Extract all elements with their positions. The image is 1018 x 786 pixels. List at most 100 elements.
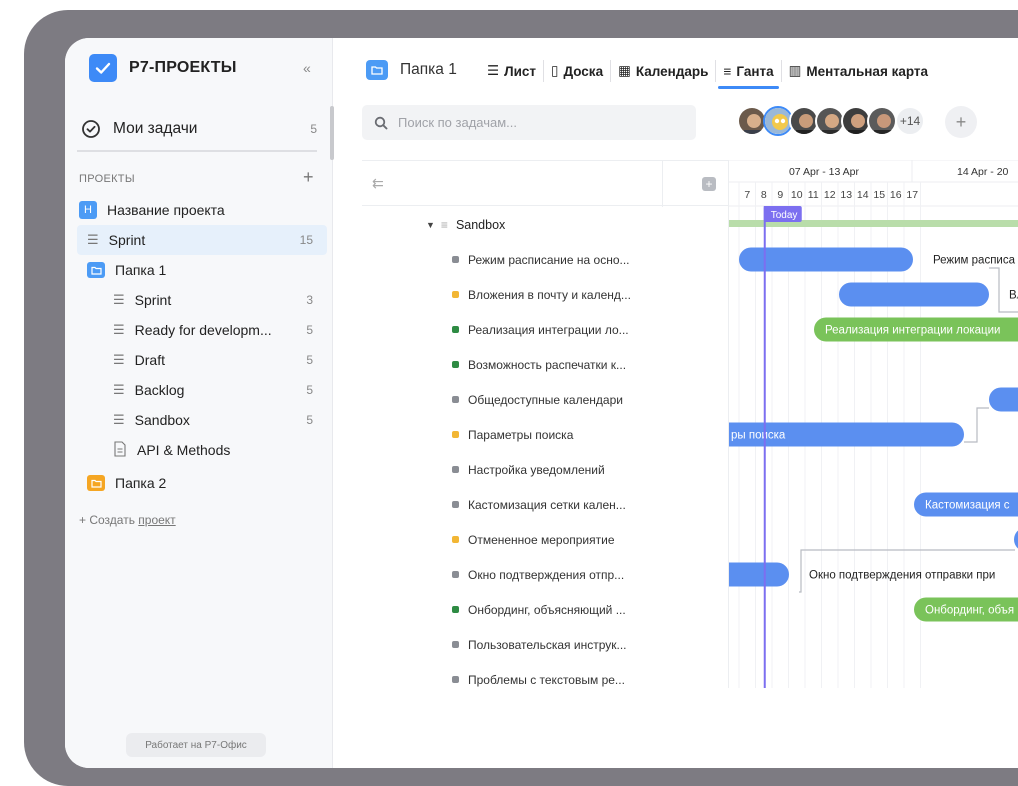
sidebar-item[interactable]: API & Methods (77, 435, 327, 465)
task-row[interactable]: Пользовательская инструк... (362, 627, 728, 662)
group-row-sandbox[interactable]: ▼ ≡ Sandbox (426, 210, 505, 240)
check-circle-icon (82, 120, 100, 138)
search-box[interactable] (362, 105, 696, 140)
timeline-svg: 07 Apr - 13 Apr 14 Apr - 20 7 8 9 10 11 12 13 14 1… (729, 160, 1018, 688)
view-tab-label: Ментальная карта (806, 63, 929, 79)
app-name: Р7-ПРОЕКТЫ (129, 59, 237, 76)
status-dot (452, 536, 459, 543)
powered-by-badge: Работает на Р7-Офис (126, 733, 266, 757)
add-member-button[interactable]: + (945, 106, 977, 138)
sidebar-item-label: Draft (134, 352, 165, 368)
day-label: 13 (840, 189, 852, 201)
view-tab[interactable]: ☰ Лист (480, 60, 543, 82)
create-project-link[interactable]: + Создать проект (79, 513, 176, 527)
sidebar-item-count: 3 (306, 293, 313, 307)
day-label: 9 (777, 189, 783, 201)
outdent-icon[interactable]: ⇇ (372, 175, 384, 192)
task-bar[interactable] (989, 387, 1018, 412)
week-label: 14 Apr - 20 (957, 166, 1009, 178)
sidebar-item[interactable]: ☰ Draft 5 (77, 345, 327, 375)
task-row[interactable]: Вложения в почту и календ... (362, 277, 728, 312)
task-bar-label: ры поиска (731, 430, 786, 442)
sidebar-item-label: Ready for developm... (134, 322, 272, 338)
sidebar-item[interactable]: ☰ Sandbox 5 (77, 405, 327, 435)
search-icon (374, 116, 388, 129)
sidebar-item[interactable]: Папка 1 (77, 255, 327, 285)
task-bar[interactable] (1014, 528, 1018, 552)
status-dot (452, 361, 459, 368)
today-label: Today (771, 210, 798, 221)
my-tasks-item[interactable]: Мои задачи 5 (77, 108, 317, 152)
add-task-button[interactable]: + (702, 177, 716, 191)
sidebar-item[interactable]: ☰ Ready for developm... 5 (77, 315, 327, 345)
task-row[interactable]: Отмененное мероприятие (362, 522, 728, 557)
task-name: Настройка уведомлений (468, 462, 605, 477)
sidebar-item-label: Папка 2 (115, 475, 167, 491)
task-row[interactable]: Кастомизация сетки кален... (362, 487, 728, 522)
day-label: 10 (791, 189, 803, 201)
sidebar-item[interactable]: ☰ Sprint 15 (77, 225, 327, 255)
gantt-chart: ⇇ + ▼ ≡ Sandbox Режим расписание на осно… (362, 160, 1018, 688)
sidebar-item[interactable]: ☰ Backlog 5 (77, 375, 327, 405)
task-row[interactable]: Реализация интеграции ло... (362, 312, 728, 347)
view-tab[interactable]: ▦ Календарь (610, 60, 715, 82)
search-input[interactable] (398, 115, 678, 130)
sidebar-item-count: 5 (306, 383, 313, 397)
task-row[interactable]: Онбординг, объясняющий ... (362, 592, 728, 627)
sidebar-item-label: Папка 1 (115, 262, 167, 278)
create-link-text: проект (138, 513, 176, 527)
task-name: Отмененное мероприятие (468, 532, 615, 547)
app-window: Р7-ПРОЕКТЫ « Мои задачи 5 ПРОЕКТЫ + Н На… (65, 38, 1018, 768)
task-row[interactable]: Проблемы с текстовым ре... (362, 662, 728, 697)
task-row[interactable]: Окно подтверждения отпр... (362, 557, 728, 592)
chevron-down-icon[interactable]: ▼ (426, 220, 435, 230)
list-icon: ☰ (113, 412, 125, 427)
sidebar-item[interactable]: ☰ Sprint 3 (77, 285, 327, 315)
status-dot (452, 606, 459, 613)
task-bar-label: Режим расписа (933, 255, 1016, 267)
view-tab[interactable]: ≡ Ганта (715, 60, 780, 89)
view-icon: ▦ (618, 63, 631, 78)
task-row[interactable]: Настройка уведомлений (362, 452, 728, 487)
view-tab-label: Ганта (736, 63, 774, 79)
view-tab[interactable]: ▥ Ментальная карта (780, 60, 935, 82)
project-badge: Н (79, 201, 97, 219)
task-name: Режим расписание на осно... (468, 252, 630, 267)
app-logo[interactable]: Р7-ПРОЕКТЫ (89, 54, 237, 82)
task-row[interactable]: Возможность распечатки к... (362, 347, 728, 382)
sidebar-item[interactable]: Папка 2 (77, 468, 327, 498)
sidebar-item-label: Sandbox (134, 412, 190, 428)
sidebar-item-count: 5 (306, 413, 313, 427)
task-bar[interactable] (729, 562, 789, 587)
more-members-badge[interactable]: +14 (895, 106, 925, 136)
day-label: 8 (761, 189, 767, 201)
project-item[interactable]: Н Название проекта (77, 195, 327, 225)
day-label: 11 (808, 189, 819, 201)
sidebar-item-count: 5 (306, 353, 313, 367)
my-tasks-count: 5 (310, 122, 317, 136)
collapse-sidebar-button[interactable]: « (303, 60, 311, 76)
task-bar[interactable] (839, 282, 989, 307)
task-row[interactable]: Общедоступные календари (362, 382, 728, 417)
folder-title: Папка 1 (400, 61, 457, 78)
view-icon: ▥ (788, 63, 802, 78)
folder-icon (366, 60, 388, 80)
doc-icon (113, 440, 127, 460)
status-dot (452, 326, 459, 333)
projects-header: ПРОЕКТЫ (79, 173, 135, 185)
folder-icon (87, 475, 105, 491)
group-name: Sandbox (455, 218, 506, 232)
view-tab-label: Календарь (635, 63, 709, 79)
my-tasks-label: Мои задачи (113, 120, 198, 137)
folder-icon (87, 262, 105, 278)
breadcrumb-folder[interactable]: Папка 1 (366, 60, 457, 80)
sidebar-item-label: Sprint (108, 232, 146, 248)
view-tabs: ☰ Лист ▯ Доска ▦ Календарь ≡ Ганта ▥ Ментальная к… (480, 60, 935, 89)
avatar[interactable] (867, 106, 897, 136)
view-tab[interactable]: ▯ Доска (543, 60, 610, 82)
status-dot (452, 571, 459, 578)
task-row[interactable]: Параметры поиска (362, 417, 728, 452)
add-project-button[interactable]: + (303, 167, 314, 188)
status-dot (452, 676, 459, 683)
task-row[interactable]: Режим расписание на осно... (362, 242, 728, 277)
